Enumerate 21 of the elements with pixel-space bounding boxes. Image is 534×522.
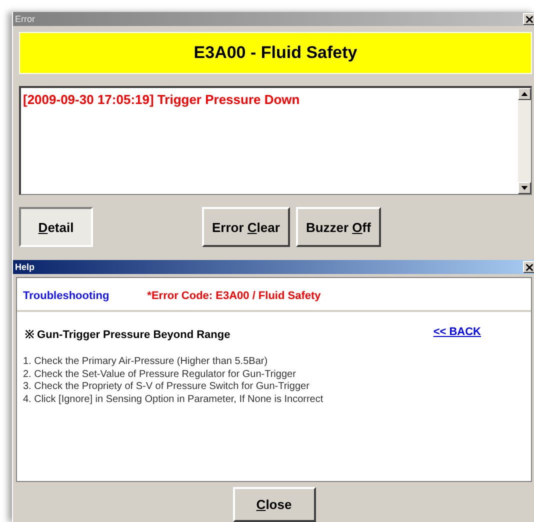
close-icon[interactable] [524, 14, 534, 24]
help-heading: ※ Gun-Trigger Pressure Beyond Range [25, 328, 230, 341]
window-title: Error [15, 14, 35, 24]
up-arrow-icon[interactable] [521, 92, 528, 96]
action-button[interactable]: Detail [19, 207, 93, 247]
close-button[interactable]: Close [232, 487, 316, 522]
down-arrow-icon[interactable] [521, 186, 528, 190]
back-link[interactable]: << BACK [433, 326, 481, 341]
help-step: 2. Check the Set-Value of Pressure Regulator for Gun-Trigger [23, 368, 525, 381]
action-button[interactable]: Buzzer Off [296, 207, 381, 247]
action-button[interactable]: Error Clear [202, 207, 290, 247]
section-label: Troubleshooting [23, 290, 110, 302]
help-step: 1. Check the Primary Air-Pressure (Higher than 5.5Bar) [23, 356, 525, 368]
scrollbar[interactable] [518, 88, 531, 194]
error-banner: E3A00 - Fluid Safety [19, 32, 532, 74]
window-title: Help [15, 262, 35, 272]
error-message: [2009-09-30 17:05:19] Trigger Pressure Down [23, 92, 301, 107]
help-step: 3. Check the Propriety of S-V of Pressure Switch for Gun-Trigger [23, 381, 525, 394]
close-icon[interactable] [524, 262, 534, 272]
error-code: *Error Code: E3A00 / Fluid Safety [147, 290, 321, 302]
help-step: 4. Click [Ignore] in Sensing Option in Parameter, If None is Incorrect [23, 394, 525, 406]
